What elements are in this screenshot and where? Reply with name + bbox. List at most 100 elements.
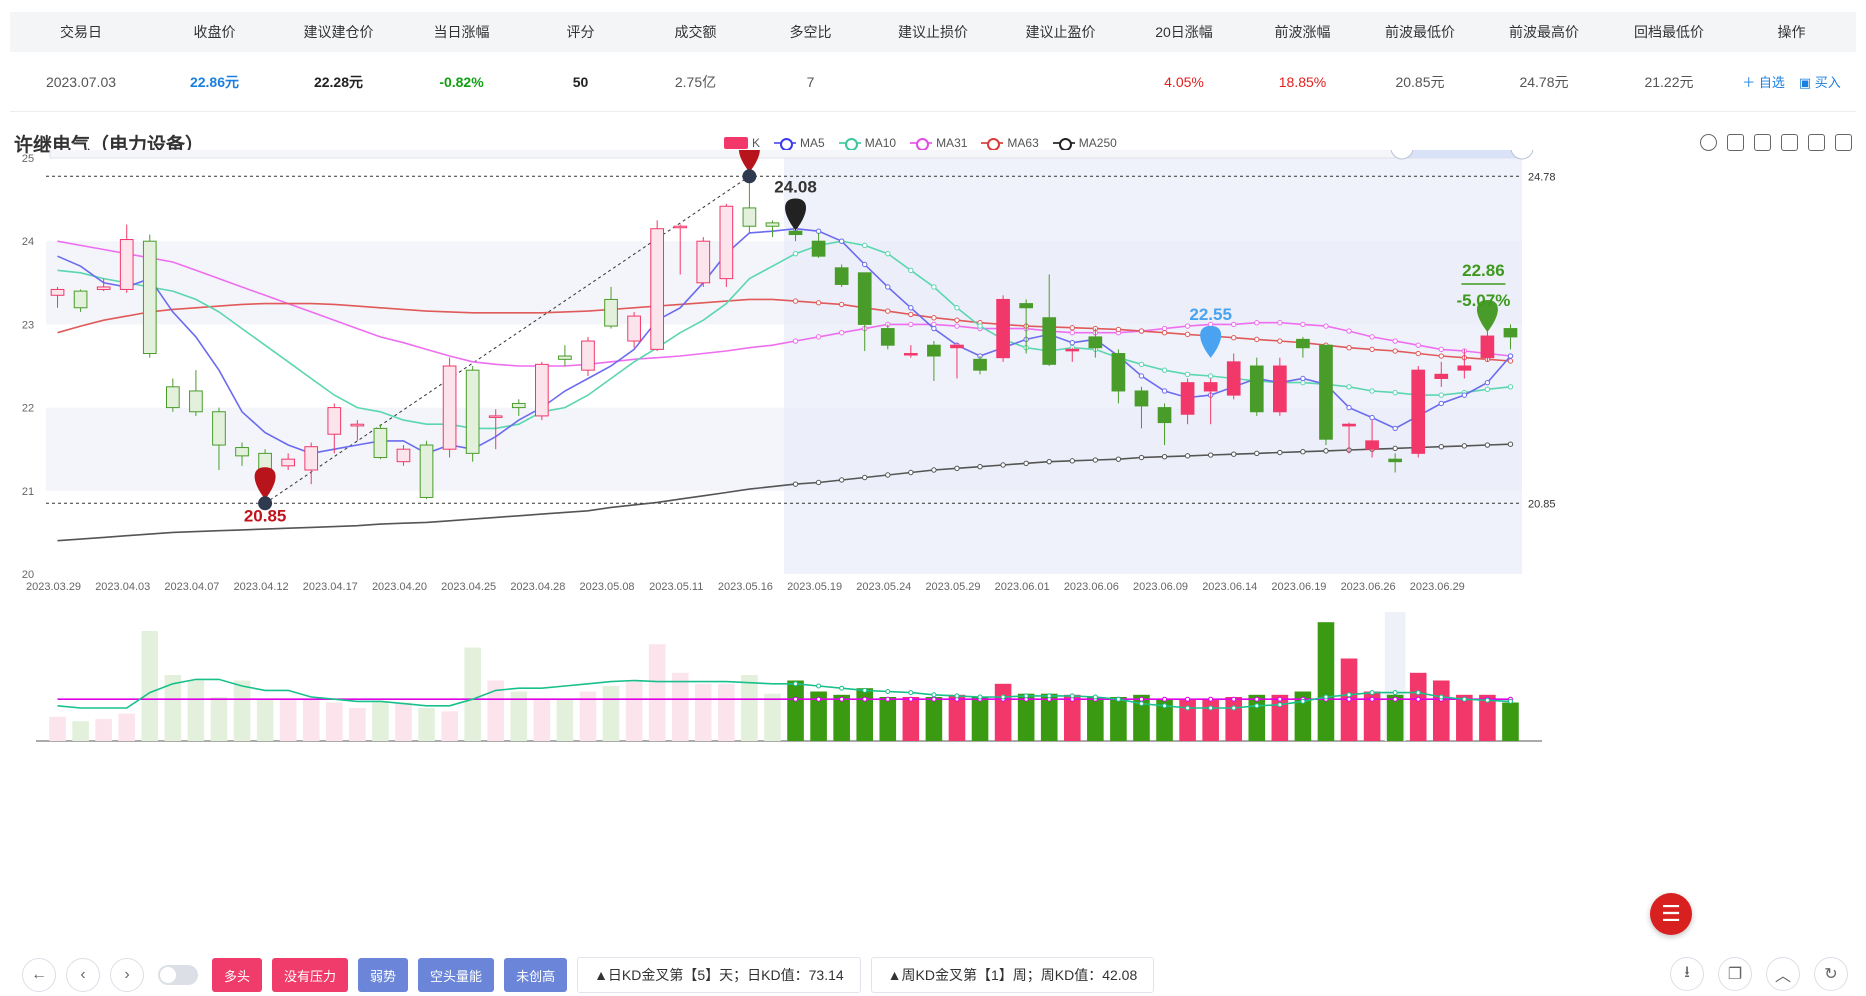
legend-ma250[interactable]: MA250	[1052, 136, 1117, 151]
x-tick-label: 2023.04.28	[510, 581, 565, 593]
candle-body	[811, 240, 826, 257]
volume-ma-short-line-point	[1415, 690, 1421, 696]
ma10-line-point	[1161, 367, 1168, 373]
fullscreen-icon[interactable]	[1808, 134, 1825, 151]
ma63-line-point	[1115, 326, 1122, 333]
copy-icon[interactable]: ❐	[1718, 957, 1752, 991]
legend-ma10[interactable]: MA10	[838, 136, 897, 151]
ma31-line-point	[1300, 321, 1306, 328]
ma5-line-point	[885, 284, 891, 290]
volume-ma-short-line-point	[1323, 694, 1329, 700]
next-chevron-icon[interactable]: ›	[110, 958, 144, 992]
ma10-line-point	[1184, 371, 1191, 378]
add-watchlist-button[interactable]: ＋ 自选	[1742, 72, 1785, 91]
volume-bar	[533, 699, 551, 741]
y-tick-label: 20	[22, 569, 34, 581]
volume-ma-short-line-point	[1162, 703, 1168, 709]
tag-no-pressure[interactable]: 没有压力	[272, 958, 349, 992]
scroll-top-icon[interactable]: ︿	[1766, 957, 1800, 991]
volume-bar	[1456, 694, 1473, 741]
legend-ma5[interactable]: MA5	[774, 136, 825, 151]
legend-ma250-label: MA250	[1078, 136, 1117, 150]
ma5-line-point	[838, 238, 845, 244]
candle-body	[1503, 328, 1518, 338]
prev-chevron-icon[interactable]: ‹	[66, 958, 100, 992]
volume-ma-long-line-point	[862, 696, 868, 702]
volume-bar	[141, 631, 159, 741]
legend-ma31[interactable]: MA31	[910, 136, 967, 151]
legend-ma10-label: MA10	[864, 136, 897, 150]
ma5-line-point	[1438, 400, 1444, 407]
legend-ma63[interactable]: MA63	[981, 136, 1039, 151]
candle-body	[558, 355, 572, 360]
zoom-back-icon[interactable]	[1754, 134, 1771, 151]
summary-header-row: 交易日 收盘价 建议建仓价 当日涨幅 评分 成交额 多空比 建议止损价 建议止盈…	[10, 12, 1856, 52]
volume-ma-short-line-point	[862, 687, 868, 693]
ma5-line-point	[815, 228, 822, 234]
ma31-line-point	[1392, 338, 1398, 344]
header-take-profit: 建议止盈价	[1025, 24, 1096, 40]
ma250-line-point	[1438, 444, 1444, 450]
legend-k[interactable]: K	[724, 136, 760, 150]
header-wave-change: 前波涨幅	[1274, 24, 1331, 40]
cell-ls-ratio: 7	[806, 73, 815, 90]
buy-button[interactable]: ▣ 买入	[1799, 72, 1841, 91]
volume-bar	[395, 702, 412, 741]
ma63-line-point	[1346, 344, 1352, 351]
menu-icon[interactable]: ☰	[1650, 893, 1692, 935]
candle-body	[304, 446, 319, 471]
download-icon[interactable]: ⭳	[1670, 957, 1704, 991]
ma31-line-point	[792, 338, 799, 344]
candle-body	[719, 205, 734, 280]
volume-bar	[1063, 694, 1081, 741]
volume-ma-short-line-point	[1231, 705, 1237, 711]
mark-label: 24.08	[774, 178, 817, 197]
header-close: 收盘价	[193, 24, 236, 40]
x-tick-label: 2023.05.11	[649, 581, 703, 593]
header-ops: 操作	[1777, 24, 1806, 40]
tag-no-new-high[interactable]: 未创高	[504, 958, 568, 992]
ma63-line-point	[1069, 325, 1075, 331]
volume-ma-short-line-point	[1507, 698, 1513, 704]
volume-bar	[902, 697, 920, 741]
volume-ma-short-line-point	[908, 690, 914, 696]
volume-ma-short-line-point	[1208, 705, 1214, 711]
ma31-line-point	[1231, 321, 1237, 328]
volume-bar	[441, 711, 458, 741]
reload-icon[interactable]: ↻	[1814, 957, 1848, 991]
x-tick-label: 2023.06.09	[1133, 581, 1188, 593]
y-tick-label: 24	[22, 236, 34, 248]
volume-bar	[948, 694, 966, 741]
header-change: 当日涨幅	[433, 24, 490, 40]
legend-ma10-swatch	[838, 138, 861, 151]
volume-bar	[95, 719, 112, 741]
back-arrow-icon[interactable]: ←	[22, 958, 56, 992]
candle-body	[904, 353, 918, 356]
tag-weak[interactable]: 弱势	[358, 958, 409, 992]
volume-bar	[971, 697, 989, 741]
tag-bull[interactable]: 多头	[212, 958, 263, 992]
ma5-line-point	[1300, 375, 1306, 382]
mode-toggle[interactable]	[158, 965, 198, 985]
ma31-line-point	[1069, 330, 1075, 336]
candle-body	[1273, 365, 1287, 413]
ma10-line-point	[1346, 384, 1352, 390]
ma250-line-point	[1392, 445, 1398, 452]
save-image-icon[interactable]	[1835, 134, 1852, 151]
candle-body	[1180, 382, 1195, 415]
ma250-line-point	[815, 479, 822, 486]
ma63-line-point	[954, 317, 960, 323]
x-tick-label: 2023.06.14	[1202, 581, 1257, 593]
restore-icon[interactable]	[1781, 134, 1798, 151]
zoom-select-icon[interactable]	[1727, 134, 1744, 151]
candlestick-chart[interactable]: 20 21 22 23 24 25 2023.03.29 2023.04.03 2023.04.…	[0, 150, 1866, 890]
volume-bar	[256, 699, 274, 741]
tag-bear-volume[interactable]: 空头量能	[418, 958, 495, 992]
ma31-line-point	[908, 321, 914, 328]
ma31-line-point	[1277, 320, 1283, 326]
refresh-icon[interactable]	[1700, 134, 1717, 151]
candle-body	[189, 390, 203, 413]
volume-ma-short-line	[57, 678, 1511, 709]
volume-bar	[210, 697, 228, 741]
volume-bar	[418, 708, 435, 741]
